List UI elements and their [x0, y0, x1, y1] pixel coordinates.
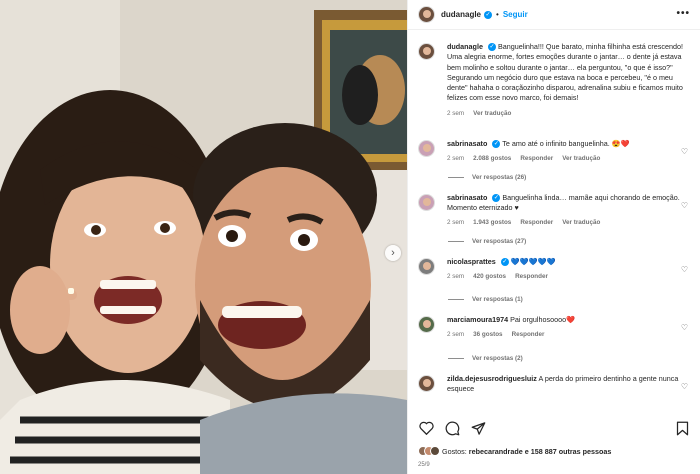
verified-icon: ✓	[487, 43, 496, 52]
comment-meta: 2 sem 2.088 gostos Responder Ver traduçã…	[447, 154, 683, 164]
author-username[interactable]: dudanagle	[441, 10, 481, 19]
comment: sabrinasato ✓ Banguelinha linda… mamãe a…	[418, 193, 690, 229]
reply-button[interactable]: Responder	[520, 154, 553, 164]
comment-likes[interactable]: 420 gostos	[473, 272, 506, 282]
see-translation-link[interactable]: Ver tradução	[562, 154, 600, 164]
view-replies-label: Ver respostas (2)	[472, 354, 523, 362]
verified-icon: ✓	[484, 10, 493, 19]
view-replies-button[interactable]: Ver respostas (2)	[448, 355, 690, 362]
verified-icon: ✓	[492, 140, 501, 149]
like-comment-heart-icon[interactable]: ♡	[681, 382, 688, 391]
like-comment-heart-icon[interactable]: ♡	[681, 265, 688, 274]
replies-divider	[448, 357, 464, 359]
post-photo[interactable]: ›	[0, 0, 407, 474]
likes-count[interactable]: e 158 887 outras pessoas	[525, 447, 612, 456]
caption-time[interactable]: 2 sem	[447, 109, 464, 119]
replies-divider	[448, 176, 464, 178]
comment-username[interactable]: sabrinasato	[447, 193, 487, 202]
view-replies-label: Ver respostas (1)	[472, 296, 523, 304]
verified-icon: ✓	[492, 193, 501, 202]
reply-button[interactable]: Responder	[515, 272, 548, 282]
commenter-avatar[interactable]	[418, 374, 435, 392]
comment-time[interactable]: 2 sem	[447, 330, 464, 340]
post-panel: dudanagle ✓ • Seguir ••• dudanagle ✓ Ban…	[407, 0, 700, 474]
bookmark-icon[interactable]	[674, 420, 690, 436]
comment-username[interactable]: nicolasprattes	[447, 257, 496, 266]
next-image-button[interactable]: ›	[385, 245, 401, 261]
likes-summary[interactable]: Gostos: rebecarandrade e 158 887 outras …	[418, 446, 611, 456]
view-replies-button[interactable]: Ver respostas (1)	[448, 296, 690, 303]
verified-icon: ✓	[500, 257, 509, 266]
see-translation-link[interactable]: Ver tradução	[562, 218, 600, 228]
like-comment-heart-icon[interactable]: ♡	[681, 323, 688, 332]
liker-username[interactable]: rebecarandrade	[469, 447, 523, 456]
post-date[interactable]: 25/9	[418, 462, 430, 468]
view-replies-button[interactable]: Ver respostas (26)	[448, 174, 690, 181]
see-translation-link[interactable]: Ver tradução	[473, 109, 511, 119]
commenter-avatar[interactable]	[418, 257, 435, 275]
comment: zilda.dejesusrodriguesluiz A perda do pr…	[418, 374, 690, 395]
comment-username[interactable]: sabrinasato	[447, 139, 487, 148]
like-comment-heart-icon[interactable]: ♡	[681, 201, 688, 210]
comments-list[interactable]: dudanagle ✓ Banguelinha!!! Que barato, m…	[408, 34, 700, 414]
reply-button[interactable]: Responder	[520, 218, 553, 228]
comment: sabrinasato ✓ Te amo até o infinito bang…	[418, 139, 690, 165]
chevron-right-icon: ›	[391, 247, 395, 259]
like-comment-heart-icon[interactable]: ♡	[681, 147, 688, 156]
comment-likes[interactable]: 1.943 gostos	[473, 218, 511, 228]
commenter-avatar[interactable]	[418, 193, 435, 211]
post-header: dudanagle ✓ • Seguir •••	[408, 0, 700, 30]
commenter-avatar[interactable]	[418, 316, 435, 334]
liker-avatars	[418, 446, 440, 456]
comment-icon[interactable]	[444, 420, 460, 436]
comment-time[interactable]: 2 sem	[447, 272, 464, 282]
replies-divider	[448, 240, 464, 242]
comment-username[interactable]: marciamoura1974	[447, 315, 508, 324]
photo-illustration	[0, 0, 407, 474]
author-avatar[interactable]	[418, 43, 435, 60]
comment-likes[interactable]: 36 gostos	[473, 330, 502, 340]
comment: marciamoura1974 Pai orgulhosoooo❤️ 2 sem…	[418, 315, 690, 341]
comment-meta: 2 sem 1.943 gostos Responder Ver traduçã…	[447, 218, 683, 228]
view-replies-label: Ver respostas (26)	[472, 173, 527, 181]
caption-meta: 2 sem Ver tradução	[447, 109, 683, 119]
comment-time[interactable]: 2 sem	[447, 154, 464, 164]
follow-button[interactable]: Seguir	[503, 10, 528, 19]
separator-dot: •	[496, 10, 499, 19]
comment: nicolasprattes ✓ 💙💙💙💙💙 2 sem 420 gostos …	[418, 257, 690, 283]
comment-likes[interactable]: 2.088 gostos	[473, 154, 511, 164]
reply-button[interactable]: Responder	[512, 330, 545, 340]
comment-meta: 2 sem 36 gostos Responder	[447, 330, 683, 340]
replies-divider	[448, 299, 464, 301]
likes-prefix: Gostos:	[442, 446, 467, 456]
share-icon[interactable]	[470, 420, 486, 436]
comment-meta: 2 sem 420 gostos Responder	[447, 272, 683, 282]
commenter-avatar[interactable]	[418, 140, 435, 158]
caption-username[interactable]: dudanagle	[447, 42, 483, 51]
caption: dudanagle ✓ Banguelinha!!! Que barato, m…	[418, 42, 690, 119]
comment-text: Pai orgulhosoooo❤️	[510, 315, 576, 325]
comment-username[interactable]: zilda.dejesusrodriguesluiz	[447, 374, 537, 383]
post-actions	[418, 418, 690, 438]
comment-time[interactable]: 2 sem	[447, 218, 464, 228]
comment-text: Te amo até o infinito banguelinha. 😍❤️	[502, 139, 630, 149]
view-replies-label: Ver respostas (27)	[472, 237, 527, 245]
more-options-icon[interactable]: •••	[676, 8, 690, 19]
author-avatar[interactable]	[418, 6, 435, 23]
heart-icon[interactable]	[418, 420, 434, 436]
caption-text: Banguelinha!!! Que barato, minha filhinh…	[447, 42, 683, 103]
comment-text: 💙💙💙💙💙	[510, 256, 556, 266]
view-replies-button[interactable]: Ver respostas (27)	[448, 238, 690, 245]
